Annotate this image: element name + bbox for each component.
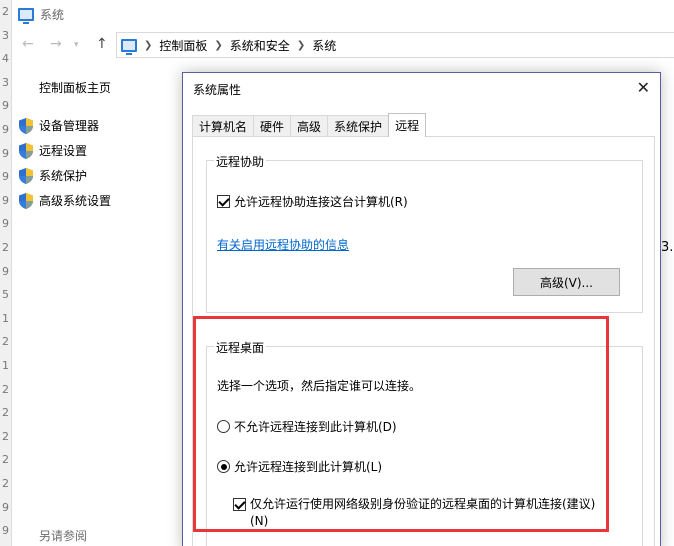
uac-shield-icon (18, 167, 34, 185)
line-number: 9 (2, 500, 9, 514)
line-number: 2 (2, 406, 9, 420)
sidebar-task-list: 设备管理器 远程设置 系统保护 高级系统设置 (18, 113, 111, 213)
back-arrow-icon[interactable]: ← (22, 36, 34, 52)
tab-system-protection[interactable]: 系统保护 (327, 115, 390, 137)
line-number: 9 (2, 123, 9, 136)
breadcrumb-separator-icon[interactable]: ❯ (214, 40, 222, 51)
tab-advanced[interactable]: 高级 (290, 115, 329, 137)
breadcrumb-separator-icon[interactable]: ❯ (297, 40, 305, 51)
see-also-heading: 另请参阅 (39, 529, 88, 543)
line-number: 9 (2, 146, 9, 160)
checkbox-label-line1: 仅允许运行使用网络级别身份验证的远程桌面的计算机连接(建议) (250, 497, 596, 511)
checkbox-box[interactable] (233, 498, 246, 511)
checkbox-label-line2: (N) (250, 514, 269, 528)
line-number: 2 (2, 335, 9, 349)
allow-remote-assistance-checkbox[interactable]: 允许远程协助连接这台计算机(R) (217, 193, 408, 210)
up-arrow-icon[interactable]: ↑ (96, 36, 108, 52)
tab-strip: 计算机名 硬件 高级 系统保护 远程 (192, 113, 427, 137)
sidebar-item-label: 高级系统设置 (39, 194, 112, 208)
sidebar-item-device-manager[interactable]: 设备管理器 (18, 113, 111, 138)
navigation-bar: ← → ▾ ↑ ❯ 控制面板 ❯ 系统和安全 ❯ 系统 (12, 32, 674, 58)
line-number: 5 (2, 288, 9, 302)
sidebar-item-label: 系统保护 (39, 169, 88, 183)
remote-assistance-info-link[interactable]: 有关启用远程协助的信息 (217, 236, 349, 253)
line-number: 2 (2, 477, 9, 490)
tab-remote[interactable]: 远程 (388, 113, 427, 137)
breadcrumb-system[interactable]: 系统 (312, 37, 336, 54)
recent-chevron-icon[interactable]: ▾ (74, 40, 79, 50)
line-number: 2 (2, 382, 9, 396)
breadcrumb-separator-icon[interactable]: ❯ (144, 40, 152, 51)
line-number: 9 (2, 193, 9, 207)
checkbox-box[interactable] (217, 195, 230, 208)
remote-desktop-group: 远程桌面 选择一个选项，然后指定谁可以连接。 不允许远程连接到此计算机(D) 允… (206, 339, 643, 546)
line-number: 4 (2, 52, 9, 66)
uac-shield-icon (18, 117, 34, 135)
line-number: 9 (2, 99, 9, 113)
sidebar-item-label: 远程设置 (39, 144, 88, 158)
checkbox-label: 允许远程协助连接这台计算机(R) (234, 195, 408, 209)
dialog-title: 系统属性 (193, 83, 242, 97)
remote-tab-panel: 远程协助 允许远程协助连接这台计算机(R) 有关启用远程协助的信息 高级(V).… (192, 136, 655, 546)
close-icon[interactable]: ✕ (637, 78, 650, 97)
line-number: 9 (2, 217, 9, 231)
radio-circle[interactable] (217, 460, 230, 473)
advanced-button[interactable]: 高级(V)... (513, 268, 620, 296)
line-number: 2 (2, 241, 9, 254)
radio-circle[interactable] (217, 420, 230, 433)
sidebar-item-system-protection[interactable]: 系统保护 (18, 163, 111, 188)
breadcrumb-control-panel[interactable]: 控制面板 (159, 37, 207, 54)
line-number: 1 (2, 311, 9, 325)
control-panel-home-link[interactable]: 控制面板主页 (39, 79, 111, 96)
line-number: 1 (2, 359, 9, 372)
control-panel-icon (121, 38, 137, 55)
remote-assistance-group: 远程协助 允许远程协助连接这台计算机(R) 有关启用远程协助的信息 高级(V).… (206, 153, 643, 313)
line-number: 9 (2, 170, 9, 184)
line-number: 2 (2, 429, 9, 443)
remote-assistance-label: 远程协助 (214, 153, 267, 170)
line-number-gutter: 2 3 4 3 9 9 9 9 9 9 2 9 5 1 2 1 2 2 2 2 2 9 9 (0, 0, 12, 546)
clipped-background-text: 3.4 (661, 240, 674, 255)
remote-desktop-instruction: 选择一个选项，然后指定谁可以连接。 (217, 379, 422, 393)
sidebar-item-advanced-settings[interactable]: 高级系统设置 (18, 188, 111, 213)
line-number: 2 (2, 453, 9, 467)
sidebar-item-remote-settings[interactable]: 远程设置 (18, 138, 111, 163)
system-properties-dialog: 系统属性 ✕ 计算机名 硬件 高级 系统保护 远程 远程协助 允许远程协助连接这… (182, 72, 661, 546)
forward-arrow-icon[interactable]: → (50, 36, 62, 52)
uac-shield-icon (18, 192, 34, 210)
computer-icon (18, 7, 34, 24)
tab-hardware[interactable]: 硬件 (253, 115, 292, 137)
window-title-bar: 系统 (18, 5, 65, 24)
allow-remote-radio[interactable]: 允许远程连接到此计算机(L) (217, 458, 382, 475)
tab-computer-name[interactable]: 计算机名 (192, 115, 255, 137)
radio-label: 不允许远程连接到此计算机(D) (234, 420, 397, 434)
line-number: 9 (2, 264, 9, 278)
window-title: 系统 (40, 7, 65, 22)
line-number: 9 (2, 524, 9, 538)
line-number: 3 (2, 28, 9, 42)
nla-only-checkbox[interactable]: 仅允许运行使用网络级别身份验证的远程桌面的计算机连接(建议) (N) (233, 496, 620, 530)
address-bar[interactable]: ❯ 控制面板 ❯ 系统和安全 ❯ 系统 (116, 32, 674, 58)
deny-remote-radio[interactable]: 不允许远程连接到此计算机(D) (217, 418, 397, 435)
uac-shield-icon (18, 142, 34, 160)
line-number: 3 (2, 75, 9, 89)
remote-desktop-label: 远程桌面 (214, 339, 267, 356)
checkbox-label: 仅允许运行使用网络级别身份验证的远程桌面的计算机连接(建议) (N) (250, 496, 620, 530)
breadcrumb-system-security[interactable]: 系统和安全 (230, 37, 290, 54)
radio-label: 允许远程连接到此计算机(L) (234, 460, 383, 474)
line-number: 2 (2, 5, 9, 18)
sidebar-item-label: 设备管理器 (39, 119, 100, 133)
